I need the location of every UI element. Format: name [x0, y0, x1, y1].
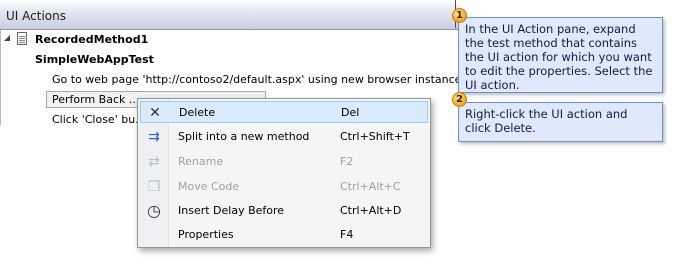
menu-item-shortcut: Del [341, 106, 360, 119]
menu-item-move-code[interactable]: ❐ Move Code Ctrl+Alt+C [140, 176, 428, 198]
menu-item-label: Rename [178, 155, 224, 168]
callout-step-1: In the UI Action pane, expand the test m… [458, 17, 663, 93]
ui-action-click[interactable]: Click 'Close' bu... [52, 113, 146, 126]
ui-action-back[interactable]: Perform Back ... [52, 93, 139, 106]
split-method-icon: ⇉ [148, 129, 160, 145]
menu-item-split[interactable]: ⇉ Split into a new method Ctrl+Shift+T [140, 126, 428, 148]
callout-step-2: Right-click the UI action and click Dele… [458, 102, 663, 142]
tree-item-test[interactable]: SimpleWebAppTest [35, 53, 154, 66]
menu-item-label: Move Code [178, 180, 240, 193]
menu-item-shortcut: F2 [340, 155, 354, 168]
pane-left-border [0, 30, 1, 125]
menu-item-shortcut: Ctrl+Alt+D [340, 204, 402, 217]
menu-item-shortcut: Ctrl+Alt+C [340, 180, 401, 193]
callout-text: Right-click the UI action and click Dele… [465, 107, 628, 135]
context-menu: ✕ Delete Del ⇉ Split into a new method C… [137, 98, 431, 248]
pane-title: UI Actions [6, 9, 66, 23]
step-badge-1: 1 [452, 8, 467, 23]
menu-item-label: Properties [178, 228, 234, 241]
menu-item-insert-delay[interactable]: ◷ Insert Delay Before Ctrl+Alt+D [140, 200, 428, 222]
rename-icon: ⇄ [148, 154, 160, 170]
move-code-icon: ❐ [147, 179, 161, 195]
menu-item-rename[interactable]: ⇄ Rename F2 [140, 151, 428, 173]
menu-item-delete[interactable]: ✕ Delete Del [140, 101, 428, 123]
ui-actions-pane-header: UI Actions [0, 0, 460, 30]
menu-item-label: Delete [179, 106, 216, 119]
menu-item-shortcut: F4 [340, 228, 354, 241]
callout-text: In the UI Action pane, expand the test m… [465, 22, 653, 92]
step-badge-2: 2 [452, 92, 467, 107]
menu-item-properties[interactable]: Properties F4 [140, 224, 428, 246]
menu-item-label: Split into a new method [178, 130, 310, 143]
tree-item-method[interactable]: RecordedMethod1 [35, 33, 148, 46]
menu-item-shortcut: Ctrl+Shift+T [340, 130, 410, 143]
document-icon [17, 32, 27, 45]
menu-item-label: Insert Delay Before [178, 204, 285, 217]
ui-action-goto[interactable]: Go to web page 'http://contoso2/default.… [52, 73, 461, 86]
expand-collapse-icon[interactable] [4, 35, 10, 41]
close-icon: ✕ [149, 105, 161, 121]
stopwatch-icon: ◷ [147, 201, 161, 220]
